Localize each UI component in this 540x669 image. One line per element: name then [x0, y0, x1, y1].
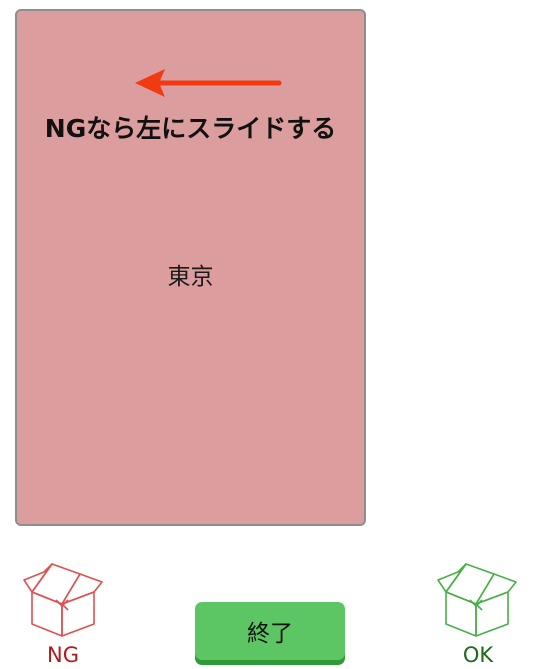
ng-box-icon[interactable] — [22, 560, 106, 638]
ng-label: NG — [47, 643, 79, 667]
swipe-hint-text: NGなら左にスライドする — [44, 114, 337, 143]
card-word: 東京 — [167, 264, 214, 290]
ok-label: OK — [462, 643, 494, 667]
finish-button[interactable]: 終了 — [195, 602, 345, 660]
screen: NGなら左にスライドする 東京 NG 終了 OK — [0, 0, 540, 669]
ok-box-icon[interactable] — [436, 560, 520, 638]
arrow-left-icon — [135, 69, 282, 97]
swipe-card[interactable]: NGなら左にスライドする 東京 — [15, 9, 366, 526]
